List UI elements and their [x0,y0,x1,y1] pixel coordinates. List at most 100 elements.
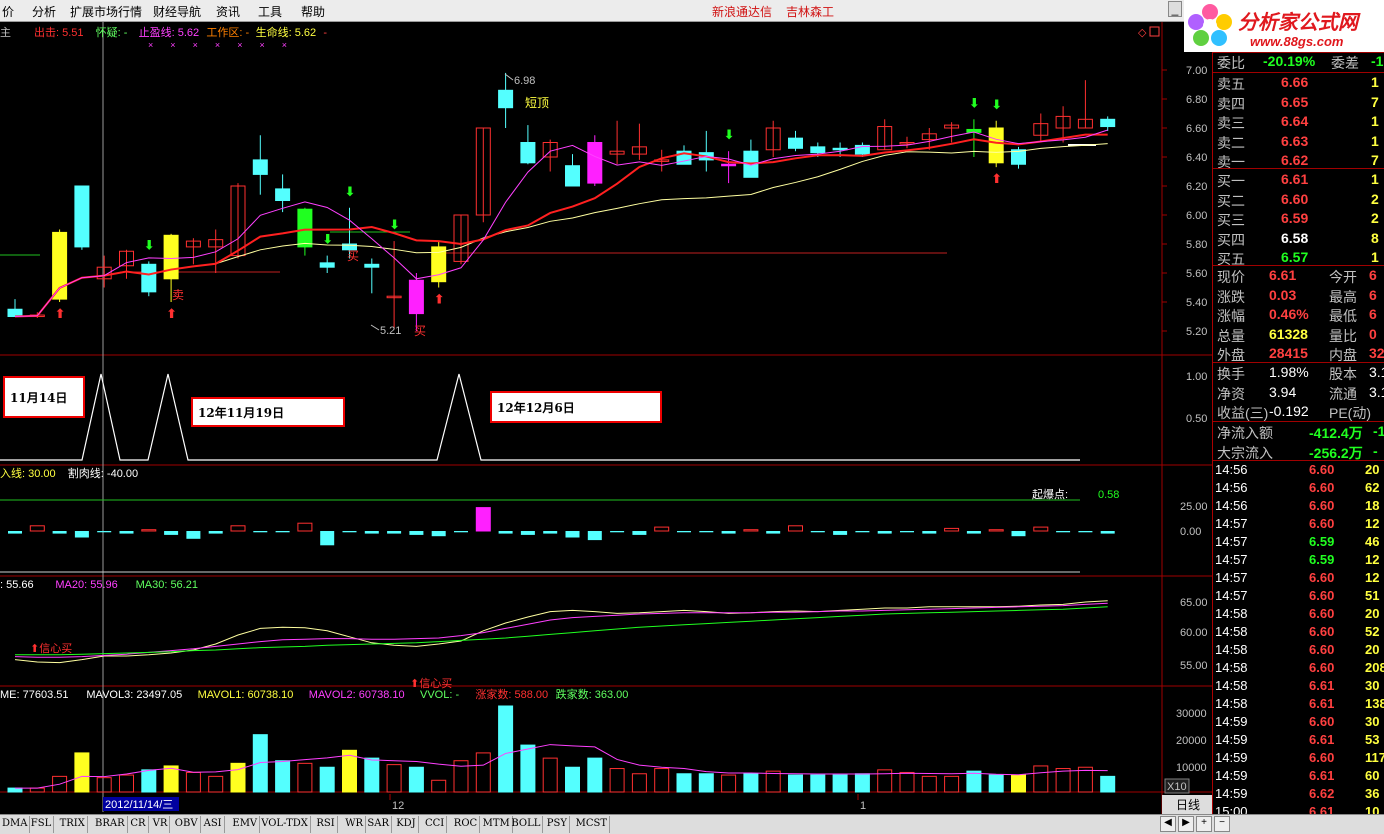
candle [565,165,580,187]
ma30-line [15,606,1108,656]
high-pointer [504,73,514,81]
indicator-tab-trix[interactable]: TRIX [58,816,88,833]
buy-level-row: 买四 6.58 8 [1213,229,1384,248]
quote-cell: PE(动) [1329,405,1371,421]
qibao-bar [543,531,558,534]
tick-cell: 14:56 [1215,498,1248,513]
quote-cell: 卖二 [1217,134,1245,151]
tick-cell: 14:57 [1215,570,1248,585]
indicator-tab-fsl[interactable]: FSL [29,816,55,833]
header-item: 止盈线: 5.62 [139,25,200,39]
indicator-tab-wr[interactable]: WR [343,816,366,833]
indicator-tab-roc[interactable]: ROC [452,816,481,833]
tick-cell: 6.60 [1309,624,1335,639]
candle [74,185,90,248]
indicator-tab-mtm[interactable]: MTM [481,816,513,833]
price-axis-label: 6.80 [1186,94,1207,106]
qibao-bar [877,531,892,534]
menu-item-finance-nav[interactable]: 财经导航 [153,3,201,20]
tick-row: 14:57 6.59 12 [1213,551,1384,569]
volume-bar [74,752,90,793]
quote-divider [1213,362,1384,363]
indicator-tab-sar[interactable]: SAR [365,816,392,833]
volume-bar [966,770,982,793]
indicator-tab-dma[interactable]: DMA [0,816,31,833]
tick-cell: 18 [1365,498,1380,513]
volume-bar [854,773,870,793]
quote-cell: 1 [1371,74,1379,90]
indicator-tab-obv[interactable]: OBV [173,816,201,833]
indicator-tab-vr[interactable]: VR [151,816,171,833]
chart-area[interactable]: 主 出击: 5.51 怀疑: - 止盈线: 5.62 工作区: - 生命线: 5.62 - 入… [0,22,1212,814]
indicator-tab-brar[interactable]: BRAR [93,816,128,833]
quote-cell: 涨跌 [1217,288,1245,305]
volume-bar [364,757,380,793]
ma-panel[interactable]: ⬆信心买 ⬆信心买 [14,600,1108,690]
volume-bar [1011,774,1026,793]
volume-bar [498,705,514,793]
indicator-tab-cci[interactable]: CCI [423,816,448,833]
scroll-right-button[interactable]: ▶ [1178,816,1194,832]
signal-panel[interactable]: 11月14日 12年11月19日 12年12月6日 [0,373,1080,461]
date-cursor-label: 2012/11/14/三 [105,799,173,811]
price-axis-label: 6.20 [1186,181,1207,193]
zoom-out-button[interactable]: − [1214,816,1230,832]
menu-item-tools[interactable]: 工具 [258,3,282,20]
indicator-tab-psy[interactable]: PSY [545,816,570,833]
indicator-tab-vol-tdx[interactable]: VOL-TDX [259,816,311,833]
indicator-tab-boll[interactable]: BOLL [509,816,544,833]
high-price-label: 6.98 [514,75,535,87]
quote-cell: 1 [1371,132,1379,149]
minimize-button[interactable]: _ [1168,1,1182,17]
ma-line-white [14,600,1108,664]
x-mark-icon: × [282,40,287,50]
candle [297,208,313,248]
broker-title: 新浪通达信 [712,5,773,19]
sell-arrow-icon: ⬇ [991,97,1002,112]
qibao-bar [164,531,179,535]
volume-bar [475,752,491,793]
quote-cell: 6.63 [1281,132,1309,149]
indicator-tab-cr[interactable]: CR [128,816,149,833]
indicator-tab-mcst[interactable]: MCST [574,816,611,833]
scroll-left-button[interactable]: ◀ [1160,816,1176,832]
candle [319,262,335,268]
stat-row: 换手 1.98% 股本 3.1 [1213,363,1384,382]
header-item: 怀疑: - [96,26,128,39]
indicator-tab-rsi[interactable]: RSI [314,816,338,833]
volume-panel[interactable] [7,705,1116,793]
menu-item-news[interactable]: 资讯 [216,3,240,20]
quote-cell: 1 [1371,249,1379,265]
low-pointer [370,324,380,331]
header-item: 生命线: 5.62 [256,25,317,39]
qibao-bar [966,531,981,534]
quote-divider [1213,72,1384,73]
quote-cell: 现价 [1217,269,1245,285]
header-item: ME: 77603.51 [0,689,69,701]
quote-divider [1213,52,1384,53]
indicator-tab-kdj[interactable]: KDJ [394,816,419,833]
qibao-panel[interactable]: 起爆点: 0.58 [0,487,1119,573]
volume-bar [29,787,45,793]
tick-cell: 36 [1365,786,1380,801]
quote-cell: -12 [1371,53,1384,69]
quote-cell: 6.61 [1281,171,1309,187]
indicator-tab-emv[interactable]: EMV [230,816,261,833]
indicator-tab-asi[interactable]: ASI [202,816,225,833]
volume-bar [631,773,647,793]
header-item: 出击: 5.51 [34,25,84,39]
price-axis-label: 6.00 [1186,210,1207,222]
qibao-bar [141,529,157,532]
volume-bar [208,775,224,793]
menu-item-help[interactable]: 帮助 [301,3,325,20]
quote-cell: -412.4万 [1309,425,1363,441]
kline-panel[interactable]: ⬇⬇⬇⬇⬇⬇ ⬇⬆ ⬆⬆⬆× × × × × × ×6.985.21短顶买卖买 [0,40,1116,338]
volume-bar [921,775,937,793]
zoom-in-button[interactable]: + [1196,816,1212,832]
menu-item-price[interactable]: 价 [2,3,14,20]
stock-title: 吉林森工 [786,5,835,19]
tick-cell: 6.61 [1309,696,1335,711]
menu-item-extended-market[interactable]: 扩展市场行情 [70,3,142,20]
tick-cell: 6.60 [1309,480,1335,495]
menu-item-analysis[interactable]: 分析 [32,3,56,20]
